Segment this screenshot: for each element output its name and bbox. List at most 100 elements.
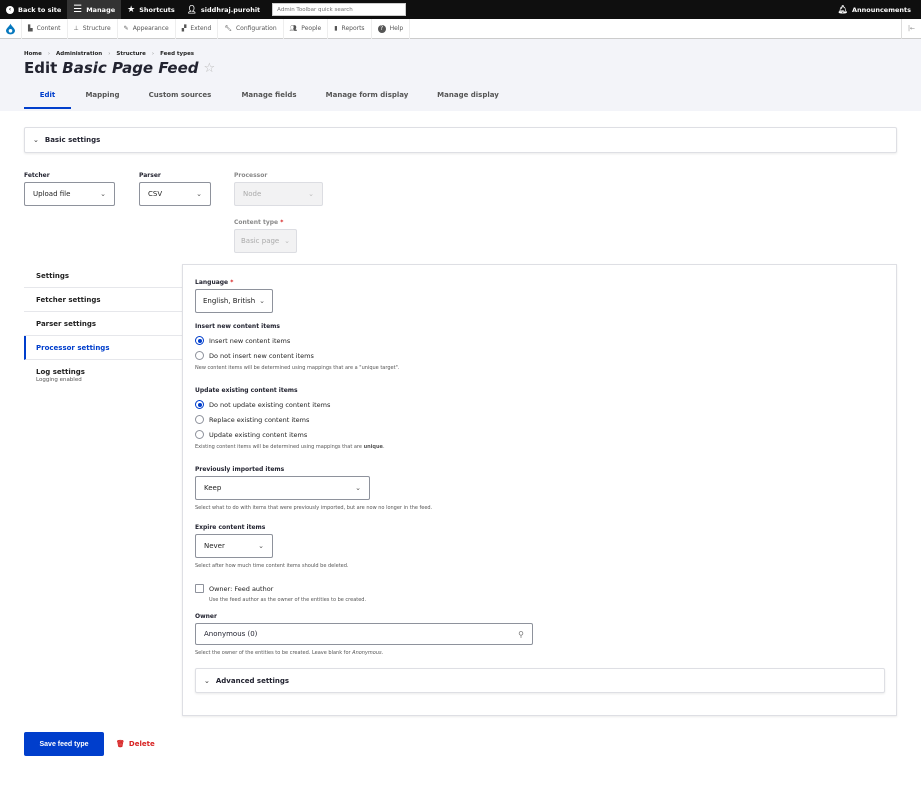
checkbox[interactable]: [195, 584, 204, 593]
update-existing-description: Existing content items will be determine…: [195, 444, 385, 450]
tray-item-configuration[interactable]: 🔧︎ Configuration: [218, 18, 284, 39]
parser-field: Parser CSV ⌄: [139, 172, 211, 206]
processor-field: Processor Node ⌄: [234, 172, 323, 206]
radio-update-existing[interactable]: Update existing content items: [195, 427, 884, 442]
owner-autocomplete-input[interactable]: Anonymous (0) ⚲: [195, 623, 533, 645]
drupal-logo[interactable]: [0, 18, 22, 39]
content-type-label: Content type *: [234, 219, 284, 226]
owner-feed-author-description: Use the feed author as the owner of the …: [209, 597, 367, 603]
chevron-down-icon: ⌄: [33, 136, 39, 144]
radio-checked-icon[interactable]: [195, 336, 204, 345]
breadcrumb-home[interactable]: Home: [24, 51, 42, 57]
tray-item-people[interactable]: 👥︎ People: [284, 18, 329, 39]
delete-link[interactable]: 🗑︎ Delete: [116, 740, 155, 748]
vtab-parser-settings[interactable]: Parser settings: [24, 312, 182, 336]
chevron-down-icon: ⌄: [196, 190, 202, 198]
radio-checked-icon[interactable]: [195, 400, 204, 409]
radio-icon[interactable]: [195, 351, 204, 360]
language-label: Language *: [195, 279, 234, 286]
wrench-icon: 🔧︎: [224, 25, 232, 32]
previously-imported-label: Previously imported items: [195, 466, 285, 473]
breadcrumb-separator: ›: [47, 51, 51, 57]
content-type-field: Content type * Basic page ⌄: [234, 219, 297, 253]
owner-description: Select the owner of the entities to be c…: [195, 650, 384, 656]
tray-collapse-button[interactable]: |←: [900, 18, 921, 39]
tab-custom-sources[interactable]: Custom sources: [134, 85, 226, 109]
tab-manage-fields[interactable]: Manage fields: [226, 85, 312, 109]
expire-select[interactable]: Never ⌄: [195, 534, 273, 558]
insert-new-fieldset: Insert new content items Insert new cont…: [195, 323, 884, 371]
tab-mapping[interactable]: Mapping: [71, 85, 134, 109]
user-link[interactable]: 👤︎ siddhraj.purohit: [181, 0, 266, 19]
drupal-icon: [6, 23, 15, 34]
shortcuts-link[interactable]: ★ Shortcuts: [121, 0, 181, 19]
manage-link[interactable]: ☰ Manage: [67, 0, 122, 19]
save-feed-type-button[interactable]: Save feed type: [24, 732, 104, 756]
update-existing-fieldset: Update existing content items Do not upd…: [195, 387, 884, 450]
file-icon: ▙: [28, 25, 33, 32]
owner-feed-author-checkbox-row[interactable]: Owner: Feed author: [195, 581, 884, 596]
breadcrumb-structure[interactable]: Structure: [116, 51, 145, 57]
owner-field: Owner Anonymous (0) ⚲ Select the owner o…: [195, 613, 884, 656]
tray-item-help[interactable]: ? Help: [372, 18, 411, 39]
collapse-icon: |←: [907, 25, 915, 32]
breadcrumb-separator: ›: [108, 51, 111, 57]
breadcrumb-administration[interactable]: Administration: [56, 51, 102, 57]
breadcrumb: Home › Administration › Structure › Feed…: [24, 51, 897, 57]
vtab-settings[interactable]: Settings: [24, 264, 182, 288]
back-icon: ‹: [6, 5, 14, 14]
radio-icon[interactable]: [195, 430, 204, 439]
breadcrumb-separator: ›: [151, 51, 155, 57]
help-icon: ?: [377, 24, 386, 33]
fetcher-select[interactable]: Upload file ⌄: [24, 182, 115, 206]
expire-description: Select after how much time content items…: [195, 563, 349, 569]
page-header: Home › Administration › Structure › Feed…: [0, 39, 921, 111]
radio-do-not-insert[interactable]: Do not insert new content items: [195, 348, 884, 363]
shortcut-star-icon[interactable]: ☆: [204, 61, 216, 76]
bar-chart-icon: ▮: [334, 25, 338, 32]
vtab-processor-settings[interactable]: Processor settings: [24, 336, 182, 360]
radio-insert-new[interactable]: Insert new content items: [195, 333, 884, 348]
tray-item-content[interactable]: ▙ Content: [22, 18, 68, 39]
insert-new-label: Insert new content items: [195, 323, 280, 330]
vertical-tabs-menu: Settings Fetcher settings Parser setting…: [24, 264, 182, 392]
radio-replace-existing[interactable]: Replace existing content items: [195, 412, 884, 427]
radio-do-not-update[interactable]: Do not update existing content items: [195, 397, 884, 412]
expire-label: Expire content items: [195, 524, 266, 531]
chevron-down-icon: ⌄: [100, 190, 106, 198]
primary-tabs: Edit Mapping Custom sources Manage field…: [24, 85, 897, 109]
radio-icon[interactable]: [195, 415, 204, 424]
vtab-fetcher-settings[interactable]: Fetcher settings: [24, 288, 182, 312]
toolbar-search-input[interactable]: [272, 3, 407, 16]
announcements-link[interactable]: 🔔︎ Announcements: [832, 0, 921, 19]
owner-feed-author-field: Owner: Feed author Use the feed author a…: [195, 581, 884, 603]
previously-imported-select[interactable]: Keep ⌄: [195, 476, 370, 500]
previously-imported-field: Previously imported items Keep ⌄ Select w…: [195, 466, 884, 511]
vtab-summary: Logging enabled: [36, 377, 82, 383]
back-to-site-link[interactable]: ‹ Back to site: [0, 0, 67, 19]
search-icon: ⚲: [518, 629, 524, 639]
chevron-down-icon: ⌄: [355, 484, 361, 492]
admin-toolbar: ‹ Back to site ☰ Manage ★ Shortcuts 👤︎ s…: [0, 0, 921, 19]
tray-item-reports[interactable]: ▮ Reports: [328, 18, 372, 39]
menu-icon: ☰: [73, 4, 83, 15]
advanced-settings-details[interactable]: ⌄ Advanced settings: [195, 668, 885, 693]
parser-select[interactable]: CSV ⌄: [139, 182, 211, 206]
tray-item-appearance[interactable]: ✎ Appearance: [118, 18, 176, 39]
basic-settings-details[interactable]: ⌄ Basic settings: [24, 127, 897, 153]
processor-label: Processor: [234, 172, 268, 179]
chevron-down-icon: ⌄: [258, 542, 264, 550]
chevron-down-icon: ⌄: [259, 297, 265, 305]
language-field: Language * English, British ⌄: [195, 279, 884, 313]
star-icon: ★: [127, 4, 136, 15]
puzzle-icon: ▞: [181, 25, 187, 32]
language-select[interactable]: English, British ⌄: [195, 289, 273, 313]
tab-manage-form-display[interactable]: Manage form display: [312, 85, 422, 109]
tab-manage-display[interactable]: Manage display: [422, 85, 514, 109]
tray-item-extend[interactable]: ▞ Extend: [176, 18, 219, 39]
vtab-log-settings[interactable]: Log settings Logging enabled: [24, 360, 182, 392]
tab-edit[interactable]: Edit: [24, 85, 71, 109]
tray-item-structure[interactable]: ⊥ Structure: [68, 18, 118, 39]
breadcrumb-feed-types[interactable]: Feed types: [160, 51, 194, 57]
expire-field: Expire content items Never ⌄ Select after…: [195, 524, 884, 569]
